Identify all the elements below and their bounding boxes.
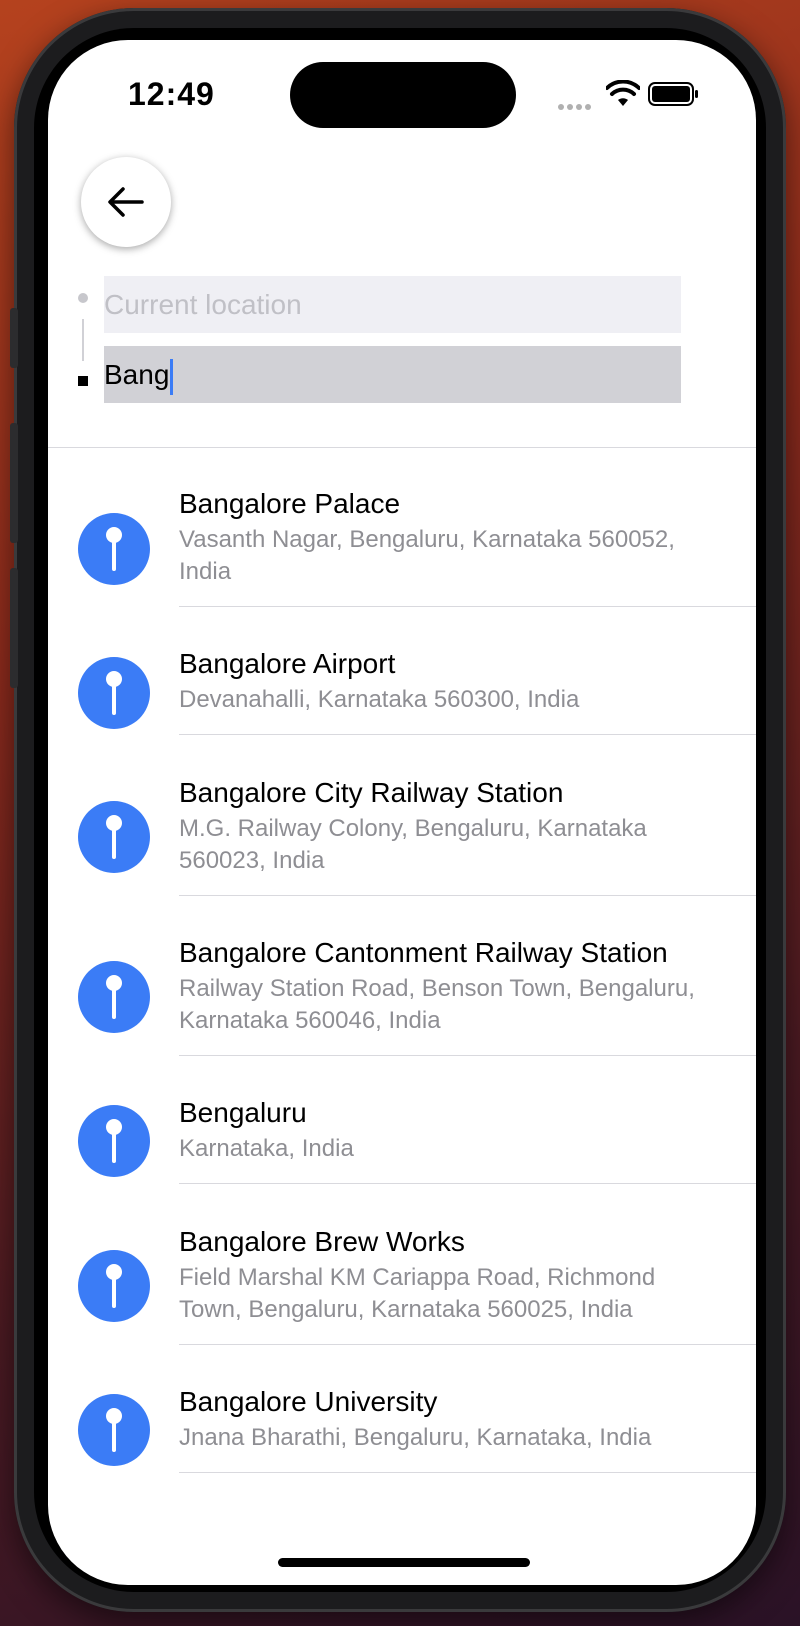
result-title: Bengaluru — [179, 1097, 307, 1128]
destination-square-icon — [78, 376, 88, 386]
row-divider — [179, 895, 756, 896]
destination-value: Bang — [104, 359, 170, 390]
result-address: M.G. Railway Colony, Bengaluru, Karnatak… — [179, 815, 647, 874]
map-pin-icon — [78, 1250, 150, 1322]
result-title: Bangalore Brew Works — [179, 1226, 465, 1257]
result-address: Vasanth Nagar, Bengaluru, Karnataka 5600… — [179, 526, 675, 585]
row-divider — [179, 606, 756, 607]
row-divider — [179, 1183, 756, 1184]
origin-placeholder: Current location — [104, 289, 302, 320]
result-title: Bangalore University — [179, 1386, 438, 1417]
map-pin-icon — [78, 513, 150, 585]
result-title: Bangalore Cantonment Railway Station — [179, 937, 668, 968]
result-title: Bangalore Palace — [179, 488, 401, 519]
cellular-signal-icon — [558, 97, 598, 110]
result-address: Devanahalli, Karnataka 560300, India — [179, 686, 580, 713]
map-pin-icon — [78, 961, 150, 1033]
result-address: Railway Station Road, Benson Town, Benga… — [179, 975, 695, 1034]
row-divider — [179, 1055, 756, 1056]
volume-down-button — [10, 568, 18, 688]
row-divider — [179, 1344, 756, 1345]
back-button[interactable] — [81, 157, 171, 247]
result-title: Bangalore Airport — [179, 648, 396, 679]
battery-icon — [648, 82, 698, 106]
wifi-icon — [606, 80, 640, 106]
origin-dot-icon — [78, 293, 88, 303]
screen: 12:49 Current location Bang Bangalore Pa… — [48, 40, 756, 1585]
origin-field[interactable]: Current location — [104, 276, 681, 333]
mute-switch — [10, 308, 18, 368]
volume-up-button — [10, 423, 18, 543]
result-address: Jnana Bharathi, Bengaluru, Karnataka, In… — [179, 1424, 652, 1451]
result-address: Karnataka, India — [179, 1135, 354, 1162]
map-pin-icon — [78, 657, 150, 729]
row-divider — [179, 734, 756, 735]
row-divider — [179, 1472, 756, 1473]
text-cursor — [170, 358, 174, 395]
status-time: 12:49 — [128, 76, 215, 112]
destination-field[interactable]: Bang — [104, 346, 681, 403]
map-pin-icon — [78, 1105, 150, 1177]
map-pin-icon — [78, 801, 150, 873]
header-divider — [48, 447, 756, 448]
result-address: Field Marshal KM Cariappa Road, Richmond… — [179, 1264, 656, 1323]
dynamic-island — [290, 62, 516, 128]
arrow-left-icon — [108, 187, 144, 217]
home-indicator[interactable] — [278, 1558, 530, 1567]
result-title: Bangalore City Railway Station — [179, 777, 564, 808]
route-connector — [82, 319, 84, 361]
map-pin-icon — [78, 1394, 150, 1466]
